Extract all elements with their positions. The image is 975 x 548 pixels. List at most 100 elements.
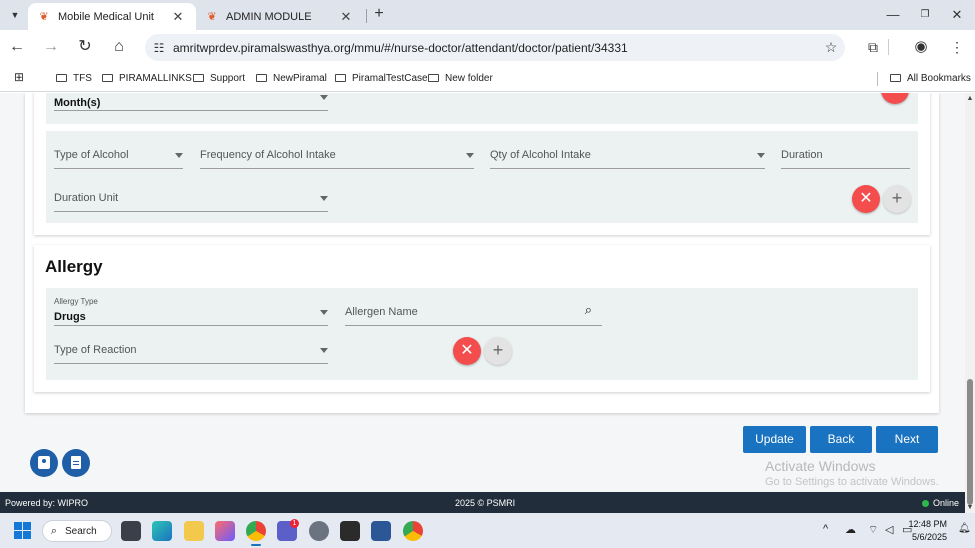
online-status: Online <box>921 498 959 508</box>
url-text[interactable]: amritwprdev.piramalswasthya.org/mmu/#/nu… <box>173 41 817 55</box>
search-icon: ⌕ <box>50 524 58 537</box>
new-tab-plus-icon[interactable]: + <box>370 6 388 24</box>
allergen-name-input[interactable]: Allergen Name ⌕ <box>345 297 602 326</box>
reload-icon[interactable]: ↻ <box>74 36 96 58</box>
extensions-icon[interactable]: ⧉ <box>862 36 884 58</box>
chrome-icon[interactable] <box>246 521 266 541</box>
allergy-card: Allergy Allergy Type Drugs Allergen Name… <box>34 245 930 392</box>
case-sheet-button[interactable] <box>62 449 90 477</box>
frequency-of-alcohol-select[interactable]: Frequency of Alcohol Intake <box>200 145 474 169</box>
home-icon[interactable]: ⌂ <box>108 36 130 58</box>
menu-kebab-icon[interactable]: ⋮ <box>946 36 968 58</box>
wifi-icon[interactable]: ⌔ <box>868 523 878 537</box>
tab-search-chevron-icon[interactable]: ▼ <box>6 6 24 24</box>
favicon-icon: ❦ <box>39 10 49 23</box>
tab-admin-module[interactable]: ❦ ADMIN MODULE ✕ <box>196 3 364 30</box>
add-allergy-button[interactable]: + <box>484 337 512 365</box>
folder-icon <box>890 74 901 82</box>
restore-icon[interactable]: ❐ <box>915 5 935 25</box>
folder-icon <box>102 74 113 82</box>
site-info-icon[interactable]: ☷ <box>145 41 173 55</box>
allergy-type-select[interactable]: Allergy Type Drugs <box>54 297 328 326</box>
address-bar[interactable]: ☷ amritwprdev.piramalswasthya.org/mmu/#/… <box>145 34 845 61</box>
folder-icon <box>428 74 439 82</box>
bookmarks-divider <box>877 72 878 86</box>
type-of-alcohol-select[interactable]: Type of Alcohol <box>54 145 183 169</box>
active-app-indicator <box>251 544 261 546</box>
remove-allergy-button[interactable]: ✕ <box>453 337 481 365</box>
update-button[interactable]: Update <box>743 426 806 453</box>
tab-mobile-medical-unit[interactable]: ❦ Mobile Medical Unit ✕ <box>28 3 196 30</box>
bookmark-support[interactable]: Support <box>193 71 245 85</box>
tray-chevron-icon[interactable]: ^ <box>823 523 828 535</box>
alcohol-duration-unit-select[interactable]: Duration Unit <box>54 188 328 212</box>
store-app-icon[interactable] <box>215 521 235 541</box>
tab-title: Mobile Medical Unit <box>58 10 154 23</box>
bookmark-piramaltestcase[interactable]: PiramalTestCase <box>335 71 428 85</box>
back-arrow-icon[interactable]: ← <box>6 36 28 58</box>
alcohol-duration-input[interactable]: Duration <box>781 145 910 169</box>
all-bookmarks[interactable]: All Bookmarks <box>890 71 971 85</box>
remove-tobacco-button[interactable]: ✕ <box>881 93 909 104</box>
page-scrollbar[interactable]: ▲ ▼ <box>965 93 975 513</box>
word-icon[interactable] <box>371 521 391 541</box>
duration-label: Duration <box>781 149 823 161</box>
dropdown-caret-icon <box>320 95 328 100</box>
bookmark-newpiramal[interactable]: NewPiramal <box>256 71 327 85</box>
bookmark-label: PiramalTestCase <box>352 72 428 84</box>
bookmark-piramallinks[interactable]: PIRAMALLINKS <box>102 71 192 85</box>
tab-title: ADMIN MODULE <box>226 10 312 23</box>
edge-icon[interactable] <box>152 521 172 541</box>
back-button[interactable]: Back <box>810 426 872 453</box>
bookmark-star-icon[interactable]: ☆ <box>817 39 845 56</box>
taskbar-clock[interactable]: 12:48 PM 5/6/2025 <box>908 518 947 544</box>
allergy-type-label: Allergy Type <box>54 297 98 306</box>
document-icon <box>71 456 81 469</box>
bookmark-label: All Bookmarks <box>907 72 971 84</box>
dropdown-caret-icon <box>757 153 765 158</box>
forward-arrow-icon[interactable]: → <box>40 36 62 58</box>
bookmark-new-folder[interactable]: New folder <box>428 71 493 85</box>
scroll-thumb[interactable] <box>967 379 973 505</box>
file-explorer-icon[interactable] <box>184 521 204 541</box>
teams-notification-badge: 1 <box>290 519 299 528</box>
next-button[interactable]: Next <box>876 426 938 453</box>
notification-bell-icon[interactable]: 🔔︎ <box>958 523 971 534</box>
online-status-text: Online <box>932 498 959 508</box>
bookmark-label: NewPiramal <box>273 72 327 84</box>
type-of-alcohol-label: Type of Alcohol <box>54 149 129 161</box>
allergy-type-value: Drugs <box>54 311 86 323</box>
profile-icon[interactable]: ◉ <box>910 36 932 58</box>
search-icon[interactable]: ⌕ <box>585 302 592 318</box>
type-of-reaction-select[interactable]: Type of Reaction <box>54 340 328 364</box>
settings-gear-icon[interactable] <box>309 521 329 541</box>
scroll-down-icon[interactable]: ▼ <box>966 504 974 511</box>
dropdown-caret-icon <box>175 153 183 158</box>
activate-windows-text: Activate Windows <box>765 458 876 474</box>
terminal-icon[interactable] <box>340 521 360 541</box>
close-window-icon[interactable]: ✕ <box>947 5 967 25</box>
windows-start-icon[interactable] <box>14 522 31 539</box>
duration-unit-label: Duration Unit <box>54 192 119 204</box>
scroll-up-icon[interactable]: ▲ <box>966 95 974 102</box>
task-view-icon[interactable] <box>121 521 141 541</box>
weather-icon[interactable]: ☁ <box>845 523 856 536</box>
apps-grid-icon[interactable]: ⊞ <box>14 70 28 84</box>
clock-date: 5/6/2025 <box>911 532 947 542</box>
close-tab-icon[interactable]: ✕ <box>338 9 354 25</box>
add-alcohol-button[interactable]: + <box>883 185 911 213</box>
browser-toolbar: ← → ↻ ⌂ ☷ amritwprdev.piramalswasthya.or… <box>0 30 975 64</box>
remove-alcohol-button[interactable]: ✕ <box>852 185 880 213</box>
minimize-icon[interactable]: — <box>883 5 903 25</box>
tobacco-duration-unit-select[interactable]: Month(s) <box>54 93 328 111</box>
bookmark-tfs[interactable]: TFS <box>56 71 92 85</box>
close-tab-icon[interactable]: ✕ <box>170 9 186 25</box>
frequency-label: Frequency of Alcohol Intake <box>200 149 336 161</box>
chrome-icon-2[interactable] <box>403 521 423 541</box>
qty-of-alcohol-select[interactable]: Qty of Alcohol Intake <box>490 145 765 169</box>
volume-icon[interactable]: ◁ <box>885 523 893 536</box>
id-badge-icon <box>38 456 50 469</box>
tab-divider <box>366 9 367 23</box>
taskbar-search[interactable]: ⌕ Search <box>42 520 112 542</box>
patient-badge-button[interactable] <box>30 449 58 477</box>
